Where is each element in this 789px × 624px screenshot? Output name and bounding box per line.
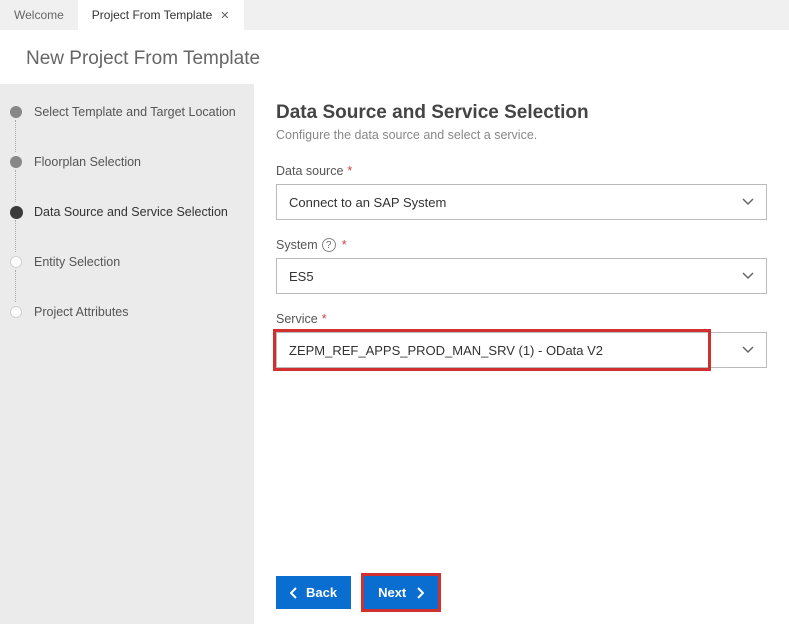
- button-label: Back: [306, 585, 337, 600]
- required-asterisk: *: [342, 238, 347, 252]
- step-label: Project Attributes: [34, 305, 129, 319]
- tab-bar: Welcome Project From Template ✕: [0, 0, 789, 30]
- content-title: Data Source and Service Selection: [276, 102, 767, 124]
- field-system: System ? * ES5: [276, 238, 767, 294]
- system-select[interactable]: ES5: [276, 258, 767, 294]
- step-project-attributes[interactable]: Project Attributes: [34, 302, 238, 322]
- step-label: Entity Selection: [34, 255, 120, 269]
- content-pane: Data Source and Service Selection Config…: [254, 84, 789, 624]
- chevron-left-icon: [290, 587, 298, 599]
- content-subtitle: Configure the data source and select a s…: [276, 128, 767, 142]
- required-asterisk: *: [347, 164, 352, 178]
- tab-label: Project From Template: [92, 8, 213, 22]
- select-value: ES5: [289, 269, 314, 284]
- step-connector: [15, 220, 16, 252]
- select-value: ZEPM_REF_APPS_PROD_MAN_SRV (1) - OData V…: [289, 343, 603, 358]
- select-value: Connect to an SAP System: [289, 195, 446, 210]
- button-row: Back Next: [276, 563, 767, 612]
- chevron-down-icon: [742, 272, 754, 280]
- tab-welcome[interactable]: Welcome: [0, 0, 78, 30]
- step-dot-icon: [10, 306, 22, 318]
- label-text: Service: [276, 312, 318, 326]
- chevron-right-icon: [416, 587, 424, 599]
- step-label: Select Template and Target Location: [34, 105, 236, 119]
- step-connector: [15, 120, 16, 152]
- step-dot-icon: [10, 256, 22, 268]
- required-asterisk: *: [322, 312, 327, 326]
- button-label: Next: [378, 585, 406, 600]
- field-data-source: Data source * Connect to an SAP System: [276, 164, 767, 220]
- label-text: System: [276, 238, 318, 252]
- next-button-wrap: Next: [361, 573, 441, 612]
- page-title: New Project From Template: [0, 30, 789, 84]
- step-dot-icon: [10, 106, 22, 118]
- back-button[interactable]: Back: [276, 576, 351, 609]
- step-data-source-service[interactable]: Data Source and Service Selection: [34, 202, 238, 222]
- field-label: Service *: [276, 312, 767, 326]
- chevron-down-icon: [742, 346, 754, 354]
- step-connector: [15, 170, 16, 202]
- step-label: Data Source and Service Selection: [34, 205, 228, 219]
- step-dot-icon: [10, 156, 22, 168]
- label-text: Data source: [276, 164, 343, 178]
- step-dot-icon: [10, 206, 23, 219]
- step-entity-selection[interactable]: Entity Selection: [34, 252, 238, 272]
- chevron-down-icon: [742, 198, 754, 206]
- help-icon[interactable]: ?: [322, 238, 336, 252]
- step-label: Floorplan Selection: [34, 155, 141, 169]
- step-connector: [15, 270, 16, 302]
- service-select-wrap: ZEPM_REF_APPS_PROD_MAN_SRV (1) - OData V…: [276, 332, 767, 368]
- wizard-body: Select Template and Target Location Floo…: [0, 84, 789, 624]
- next-button[interactable]: Next: [364, 576, 438, 609]
- step-select-template[interactable]: Select Template and Target Location: [34, 102, 238, 122]
- field-service: Service * ZEPM_REF_APPS_PROD_MAN_SRV (1)…: [276, 312, 767, 368]
- tab-project-from-template[interactable]: Project From Template ✕: [78, 0, 244, 30]
- tab-label: Welcome: [14, 8, 64, 22]
- field-label: Data source *: [276, 164, 767, 178]
- spacer: [276, 386, 767, 563]
- data-source-select[interactable]: Connect to an SAP System: [276, 184, 767, 220]
- close-icon[interactable]: ✕: [220, 9, 229, 22]
- field-label: System ? *: [276, 238, 767, 252]
- service-select[interactable]: ZEPM_REF_APPS_PROD_MAN_SRV (1) - OData V…: [276, 332, 767, 368]
- step-floorplan-selection[interactable]: Floorplan Selection: [34, 152, 238, 172]
- stepper: Select Template and Target Location Floo…: [0, 84, 254, 624]
